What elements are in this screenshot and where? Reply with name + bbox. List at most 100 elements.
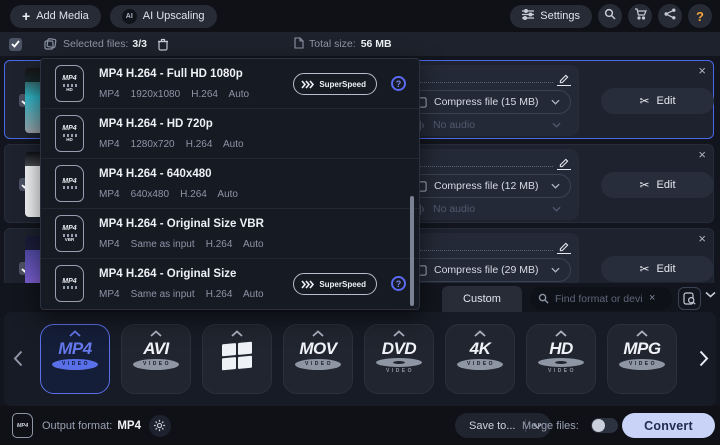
video-badge: VIDEO <box>52 359 98 370</box>
close-icon[interactable]: × <box>698 232 706 245</box>
edit-button[interactable]: ✂ Edit <box>601 172 714 198</box>
gear-icon[interactable] <box>149 415 171 437</box>
filename-field[interactable] <box>405 69 571 86</box>
topbar-right-group: Settings <box>510 4 720 28</box>
format-logo: DVD <box>382 340 416 358</box>
search-icon <box>538 293 549 304</box>
output-format-value: MP4 <box>117 420 141 432</box>
add-media-button[interactable]: + Add Media <box>10 5 101 28</box>
close-icon[interactable]: × <box>698 64 706 77</box>
audio-select[interactable]: No audio <box>405 198 571 220</box>
compress-label: Compress file (29 MB) <box>434 264 538 276</box>
compress-select[interactable]: Compress file (12 MB) <box>405 174 571 198</box>
carousel-prev-icon[interactable] <box>13 350 23 367</box>
selected-files-label: Selected files: <box>63 38 128 50</box>
pencil-icon[interactable] <box>557 158 571 170</box>
scissors-icon: ✂ <box>639 179 649 191</box>
close-icon[interactable]: × <box>698 148 706 161</box>
save-to-label: Save to... <box>455 420 525 432</box>
cart-button[interactable] <box>628 4 652 28</box>
preset-item[interactable]: MP4 MP4 H.264 - 640x480 MP4 640x480 H.264 … <box>41 159 419 209</box>
compress-select[interactable]: Compress file (15 MB) <box>405 90 571 114</box>
edit-button[interactable]: ✂Edit <box>601 256 714 282</box>
preset-help-icon[interactable]: ? <box>391 276 406 291</box>
disc-icon <box>538 358 584 367</box>
superspeed-badge: SuperSpeed <box>293 273 377 295</box>
collapse-panel-icon[interactable] <box>705 291 716 298</box>
format-card-4k-ultra-hd[interactable]: 4KVIDEO4K Ultra HD <box>445 324 515 394</box>
chevron-up-icon <box>231 330 243 337</box>
help-button[interactable]: ? <box>688 4 712 28</box>
format-logo: MP4 <box>58 340 91 358</box>
format-card-dvd-compatible[interactable]: DVDVIDEODVD-Compatible ... <box>364 324 434 394</box>
edit-label: Edit <box>657 179 676 191</box>
compress-select[interactable]: Compress file (29 MB) <box>405 258 571 282</box>
select-all-checkbox[interactable] <box>9 38 22 51</box>
filename-field[interactable] <box>405 237 571 254</box>
output-format-icon: MP4 <box>12 413 33 438</box>
format-card-hd-full-hd[interactable]: HDVIDEOHD/Full HD <box>526 324 596 394</box>
dropdown-scrollbar[interactable] <box>410 196 414 306</box>
preset-item[interactable]: MP4MP4 H.264 - Original SizeMP4 Same as … <box>41 259 419 309</box>
preset-title: MP4 H.264 - 640x480 <box>99 168 212 180</box>
format-card-mov[interactable]: MOVVIDEOMOV <box>283 324 353 394</box>
preset-title: MP4 H.264 - Full HD 1080p <box>99 68 243 80</box>
preset-items: MP4HDMP4 H.264 - Full HD 1080pMP4 1920x1… <box>41 59 419 309</box>
preset-title: MP4 H.264 - Original Size <box>99 268 236 280</box>
chevron-up-icon <box>69 330 81 337</box>
format-logo: MPG <box>623 340 660 358</box>
preset-item[interactable]: MP4HDMP4 H.264 - HD 720pMP4 1280x720 H.2… <box>41 109 419 159</box>
pencil-icon[interactable] <box>557 242 571 254</box>
ai-upscaling-button[interactable]: AI AI Upscaling <box>110 5 217 28</box>
edit-label: Edit <box>657 95 676 107</box>
preset-dropdown: MP4HDMP4 H.264 - Full HD 1080pMP4 1920x1… <box>40 58 420 310</box>
magnifier-icon <box>604 7 616 25</box>
chevron-down-icon <box>552 206 561 212</box>
search-key-button[interactable] <box>598 4 622 28</box>
tab-custom-label: Custom <box>463 293 501 305</box>
trash-icon[interactable] <box>157 38 169 51</box>
format-carousel: MP4VIDEOMP4AVIVIDEOAVIWMVMOVVIDEOMOVDVDV… <box>4 312 716 406</box>
share-button[interactable] <box>658 4 682 28</box>
preset-help-icon[interactable]: ? <box>391 76 406 91</box>
chevron-down-icon <box>551 183 560 189</box>
video-badge: VIDEO <box>457 359 503 370</box>
windows-logo <box>222 342 252 371</box>
file-info-card: Compress file (15 MB)No audio <box>397 65 579 136</box>
preset-meta: MP4 1280x720 H.264 Auto <box>99 139 244 150</box>
convert-button[interactable]: Convert <box>622 413 715 438</box>
edit-button[interactable]: ✂Edit <box>601 88 714 114</box>
format-search-input[interactable] <box>555 293 643 305</box>
total-size-value: 56 MB <box>361 38 392 50</box>
preset-meta: MP4 640x480 H.264 Auto <box>99 189 238 200</box>
disc-icon <box>376 358 422 367</box>
preset-meta: MP4 Same as input H.264 Auto <box>99 289 264 300</box>
chevron-up-icon <box>474 330 486 337</box>
sliders-icon <box>522 9 534 23</box>
merge-files-label: Merge files: <box>522 420 579 432</box>
audio-select[interactable]: No audio <box>405 114 571 136</box>
format-card-mp4[interactable]: MP4VIDEOMP4 <box>40 324 110 394</box>
clear-search-icon[interactable]: × <box>649 293 655 304</box>
mp4-file-icon: MP4HD <box>55 115 84 152</box>
video-badge: VIDEO <box>295 359 341 370</box>
device-detect-button[interactable] <box>678 287 701 310</box>
file-info-card: Compress file (12 MB)No audio <box>397 149 579 220</box>
carousel-next-icon[interactable] <box>699 350 709 367</box>
preset-item[interactable]: MP4VBRMP4 H.264 - Original Size VBRMP4 S… <box>41 209 419 259</box>
format-card-mpg[interactable]: MPGVIDEOMPG <box>607 324 677 394</box>
selected-files-value: 3/3 <box>132 38 147 50</box>
preset-title: MP4 H.264 - Original Size VBR <box>99 218 264 230</box>
share-icon <box>664 7 676 25</box>
tab-custom[interactable]: Custom <box>442 286 522 312</box>
pencil-icon[interactable] <box>557 74 571 86</box>
preset-item[interactable]: MP4HDMP4 H.264 - Full HD 1080pMP4 1920x1… <box>41 59 419 109</box>
settings-button[interactable]: Settings <box>510 5 592 28</box>
format-card-wmv[interactable]: WMV <box>202 324 272 394</box>
filename-field[interactable] <box>405 153 571 170</box>
format-logo: HD <box>549 340 573 358</box>
mp4-file-icon: MP4 <box>55 165 84 202</box>
chevron-down-icon <box>551 267 560 273</box>
format-card-avi[interactable]: AVIVIDEOAVI <box>121 324 191 394</box>
merge-files-toggle[interactable] <box>591 418 618 433</box>
